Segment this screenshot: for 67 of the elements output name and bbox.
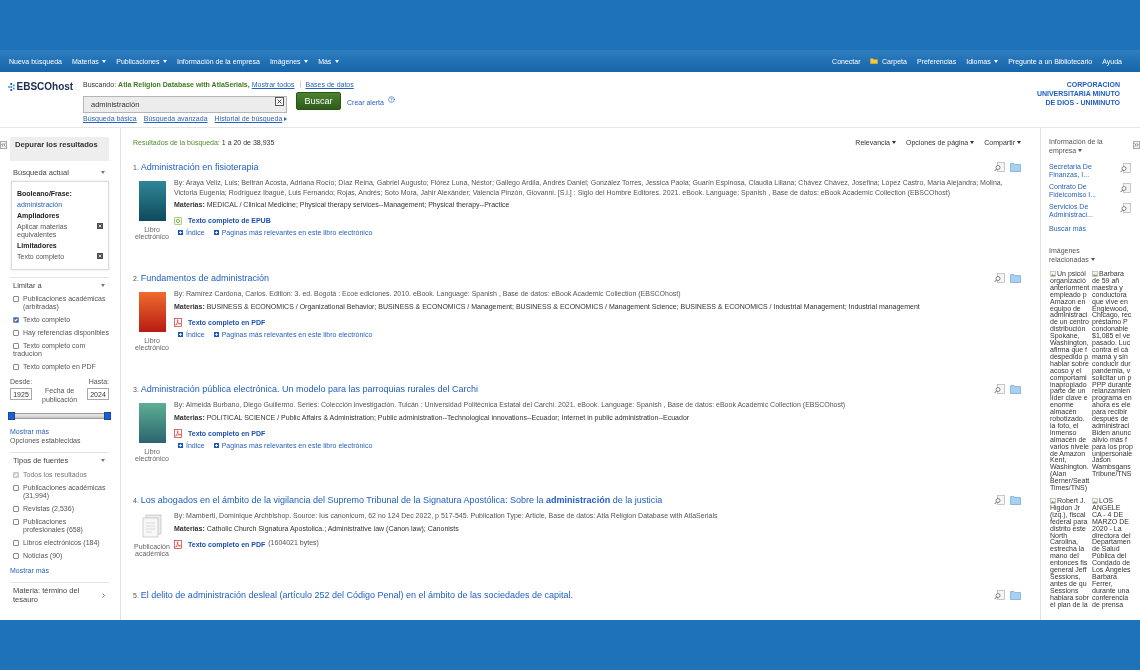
checkbox[interactable] [13,317,19,323]
book-cover-placeholder [138,181,166,221]
magnifier-icon[interactable] [994,162,1006,172]
magnifier-icon[interactable] [994,495,1006,505]
help-icon[interactable] [387,95,395,103]
expand-panel-button[interactable] [1133,141,1140,149]
pdf-file-icon [174,317,182,327]
pdf-file-icon [174,539,182,549]
plus-square-icon [213,331,219,337]
book-cover-placeholder [138,403,166,443]
broken-image-icon [1050,498,1056,505]
caret-down-icon [1090,258,1095,262]
folder-icon[interactable] [1010,384,1021,394]
checkbox[interactable] [13,539,19,546]
result-title-link[interactable]: Fundamentos de administración [140,272,269,284]
folder-icon[interactable] [1010,273,1021,283]
collapse-panel-button[interactable] [0,141,7,149]
caret-icon [970,141,975,144]
folder-icon[interactable] [1010,162,1021,172]
plus-square-icon [213,442,219,448]
logo-dots-icon [8,81,15,92]
remove-icon[interactable] [97,253,103,259]
checkbox[interactable] [13,505,19,512]
folder-icon[interactable] [1010,590,1021,600]
logo-text: EBSCOhost [16,81,74,92]
broken-image-icon [1050,271,1056,278]
checkbox[interactable] [13,343,19,349]
result-title-link[interactable]: Administración en fisioterapia [140,161,259,173]
slider-track[interactable] [8,412,111,420]
slider-handle[interactable] [8,412,15,420]
plus-square-icon [178,442,183,448]
checkbox[interactable] [13,364,19,370]
result-title-link[interactable]: El delito de administración desleal (artículo 252 del Código Penal) en el ámbito de las sociedades de capital. [140,589,574,601]
folder-icon[interactable] [1010,495,1021,505]
checkbox[interactable] [13,330,19,336]
clear-button[interactable] [275,96,284,106]
magnifier-icon[interactable] [994,590,1006,600]
close-icon [277,98,282,104]
checkbox[interactable] [13,296,19,302]
result-title-link[interactable]: Los abogados en el ámbito de la vigilancia del Supremo Tribunal de la Signatura Apostólica: Sobre la administración de la justicia [140,494,663,506]
broken-image-icon [1092,498,1098,505]
magnifier-icon[interactable] [1120,163,1132,173]
double-chevron-right-icon [1134,143,1139,147]
broken-image-icon [1092,271,1098,278]
document-icon [140,514,164,538]
slider-handle[interactable] [104,412,111,420]
book-cover-placeholder [138,292,166,332]
caret-icon [892,141,896,144]
checkbox[interactable] [13,518,19,525]
folder-icon [870,58,879,64]
remove-icon[interactable] [97,223,103,229]
magnifier-icon[interactable] [994,384,1006,394]
checkbox[interactable] [13,484,19,491]
magnifier-icon[interactable] [1120,203,1132,213]
double-chevron-left-icon [1,143,6,147]
plus-square-icon [178,331,183,337]
caret-down-icon [1078,149,1083,153]
checkbox[interactable] [13,552,19,559]
result-title-link[interactable]: Administración pública electrónica. Un modelo para las parroquias rurales del Carchi [140,383,478,395]
search-button[interactable]: Buscar [296,92,341,110]
plus-square-icon [213,230,219,235]
pdf-file-icon [174,428,182,438]
plus-square-icon [178,230,183,235]
magnifier-icon[interactable] [1120,183,1132,193]
magnifier-icon[interactable] [994,273,1006,283]
caret-icon [1017,141,1021,144]
ebook-file-icon [174,216,182,225]
